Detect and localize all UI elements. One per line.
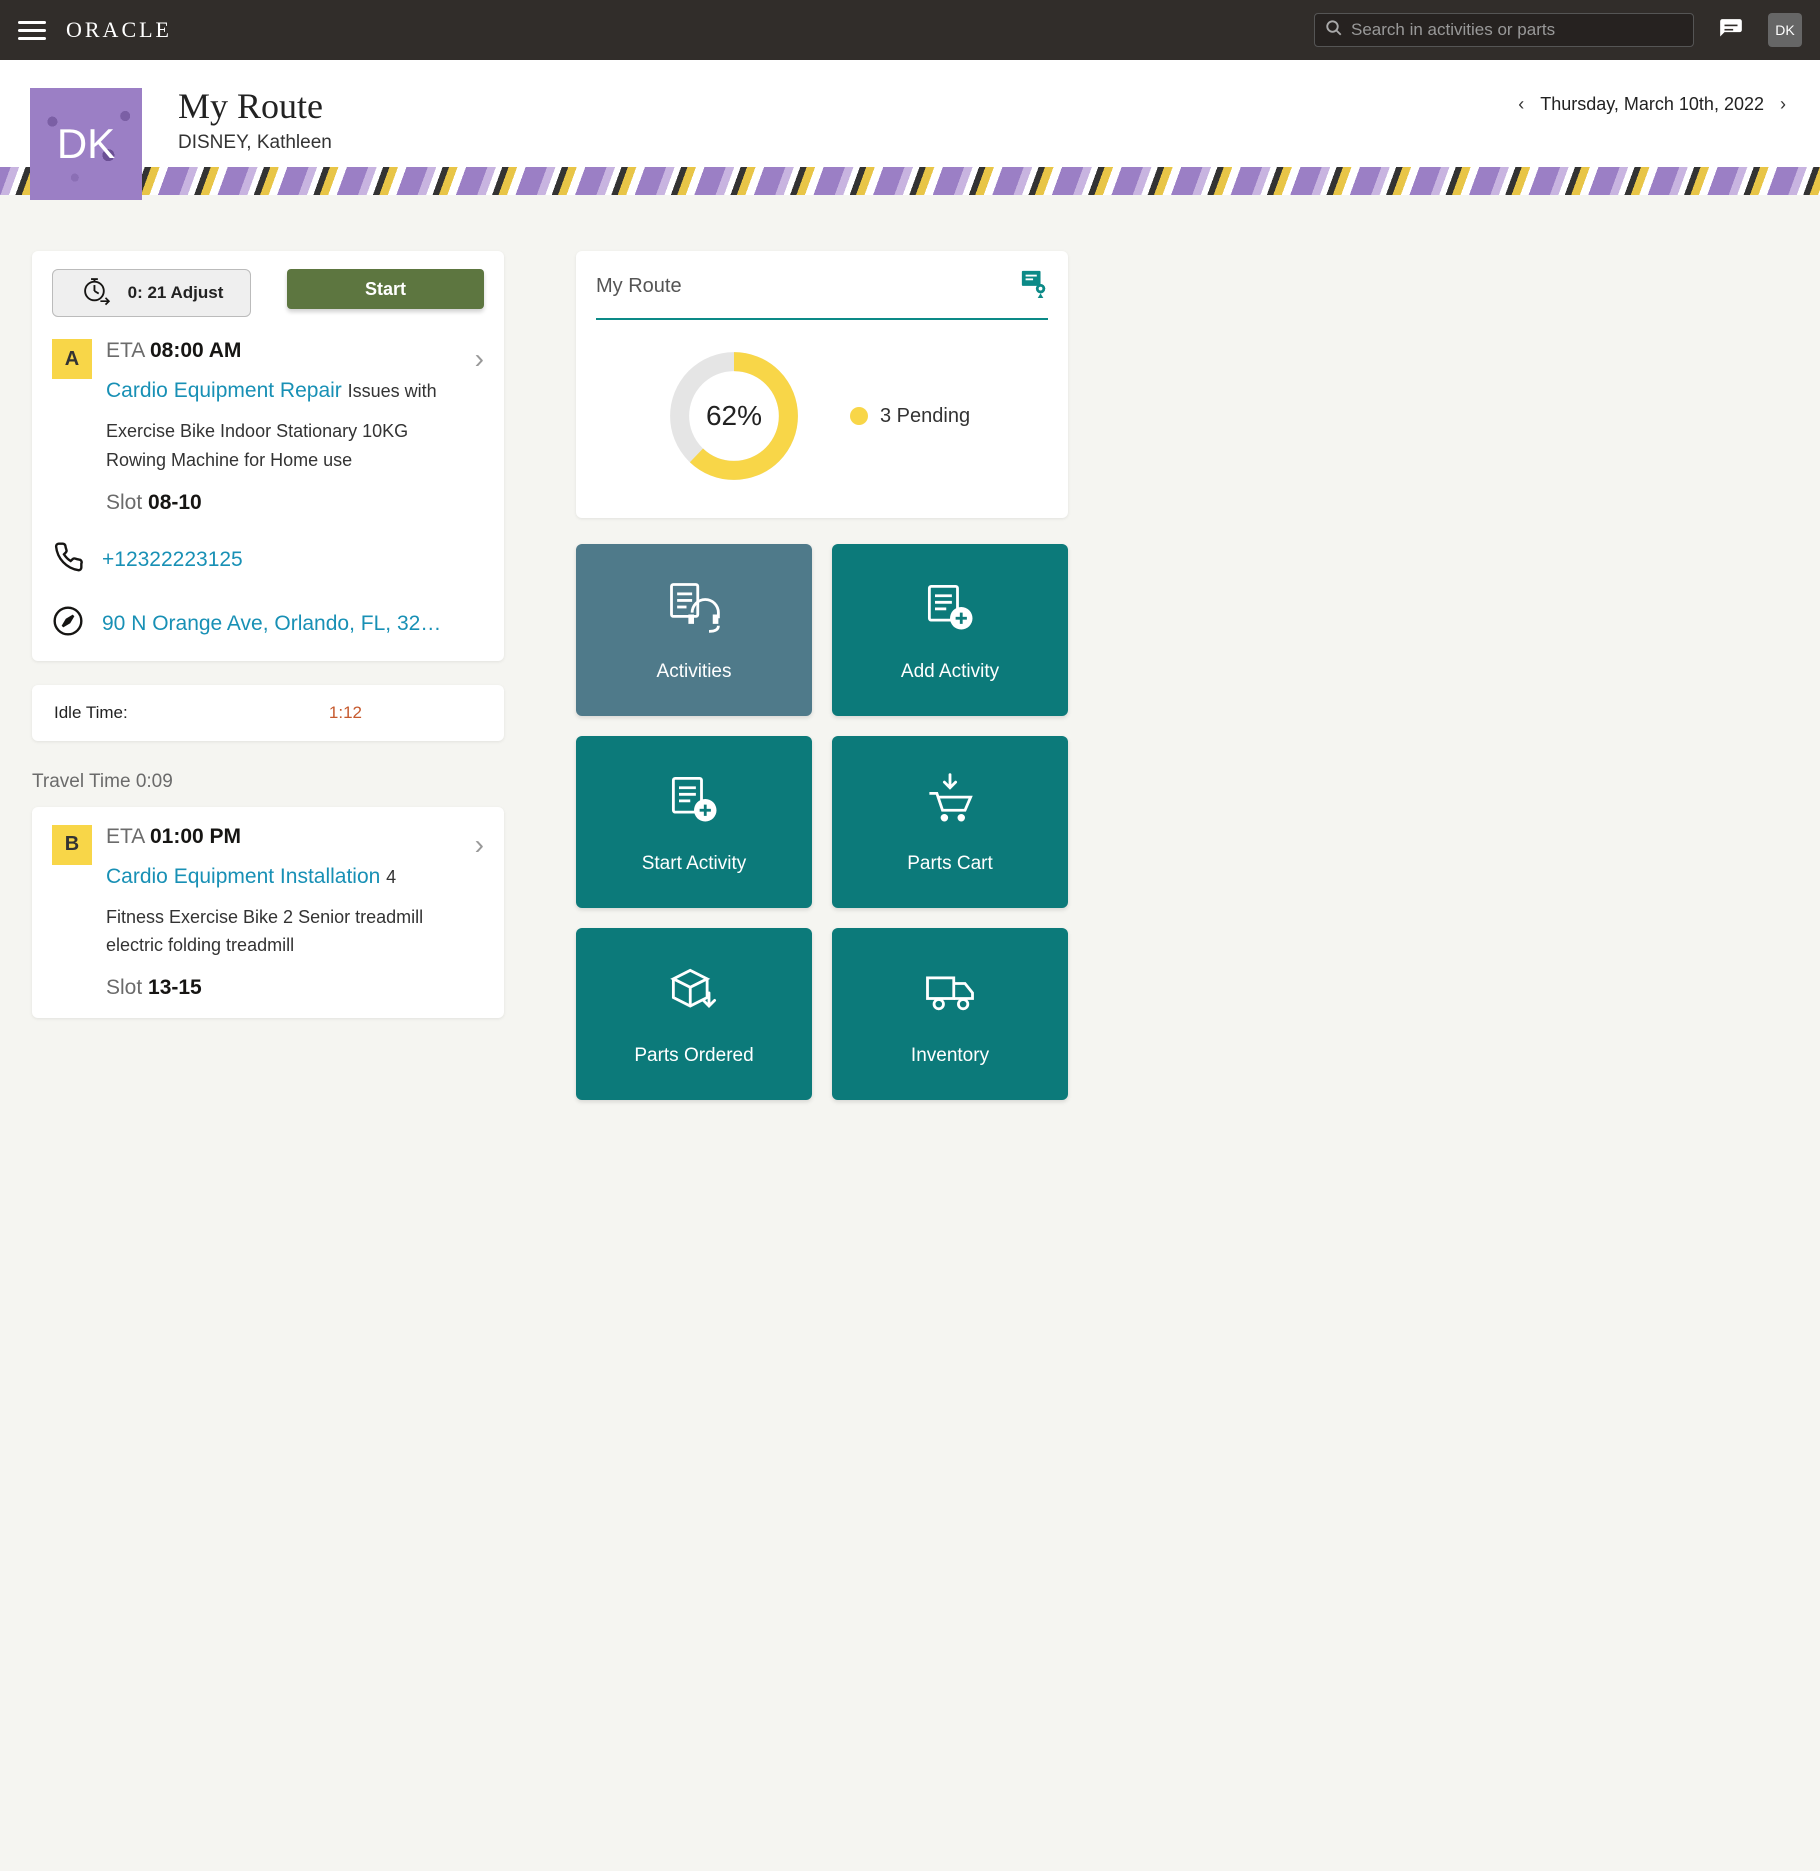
tile-parts-cart[interactable]: Parts Cart: [832, 736, 1068, 908]
document-plus-icon: [920, 577, 980, 643]
phone-icon: [52, 541, 84, 579]
activity-desc: Fitness Exercise Bike 2 Senior treadmill…: [106, 903, 461, 961]
address-value: 90 N Orange Ave, Orlando, FL, 32…: [102, 612, 441, 636]
route-panel: My Route: [576, 251, 1068, 518]
avatar[interactable]: DK: [1768, 13, 1802, 47]
topbar: ORACLE DK: [0, 0, 1820, 60]
tile-inventory[interactable]: Inventory: [832, 928, 1068, 1100]
activity-title-link[interactable]: Cardio Equipment Repair: [106, 379, 342, 402]
eta-value: 01:00 PM: [150, 825, 241, 848]
progress-percent: 62%: [666, 348, 802, 484]
tile-label: Parts Ordered: [634, 1045, 753, 1067]
tile-label: Inventory: [911, 1045, 989, 1067]
page-header: DK My Route DISNEY, Kathleen ‹ Thursday,…: [0, 60, 1820, 167]
search-icon: [1325, 19, 1343, 42]
eta-label: ETA: [106, 339, 144, 362]
chat-icon[interactable]: [1714, 13, 1748, 47]
box-down-icon: [664, 961, 724, 1027]
slot-value: 13-15: [148, 976, 202, 999]
tile-label: Parts Cart: [907, 853, 993, 875]
route-letter: A: [52, 339, 92, 379]
page-user: DISNEY, Kathleen: [178, 132, 332, 154]
date-label[interactable]: Thursday, March 10th, 2022: [1540, 94, 1764, 115]
chevron-right-icon[interactable]: ›: [475, 825, 484, 861]
eta-value: 08:00 AM: [150, 339, 241, 362]
date-next-icon[interactable]: ›: [1776, 90, 1790, 119]
pending-label: 3 Pending: [880, 405, 970, 428]
adjust-button[interactable]: 0: 21 Adjust: [52, 269, 251, 317]
idle-value: 1:12: [329, 703, 362, 723]
pending-dot-icon: [850, 407, 868, 425]
activity-card: B ETA 01:00 PM Cardio Equipment Installa…: [32, 807, 504, 1019]
eta-label: ETA: [106, 825, 144, 848]
route-panel-title: My Route: [596, 275, 682, 298]
phone-row[interactable]: +12322223125: [52, 541, 484, 579]
tile-parts-ordered[interactable]: Parts Ordered: [576, 928, 812, 1100]
page-title: My Route: [178, 88, 332, 124]
stopwatch-icon: [80, 274, 114, 313]
document-plus-icon: [664, 769, 724, 835]
activity-card: 0: 21 Adjust Start A ETA 08:00 AM Cardio…: [32, 251, 504, 661]
tile-activities[interactable]: Activities: [576, 544, 812, 716]
activity-title-tail: Issues with: [348, 381, 437, 401]
activity-title-link[interactable]: Cardio Equipment Installation: [106, 865, 380, 888]
tile-label: Activities: [657, 661, 732, 683]
adjust-label: 0: 21 Adjust: [128, 283, 224, 303]
slot-label: Slot: [106, 491, 142, 514]
slot-value: 08-10: [148, 491, 202, 514]
start-button[interactable]: Start: [287, 269, 484, 309]
cart-icon: [920, 769, 980, 835]
brand-logo: ORACLE: [66, 17, 172, 43]
tile-label: Start Activity: [642, 853, 747, 875]
idle-card: Idle Time: 1:12: [32, 685, 504, 741]
activity-desc: Exercise Bike Indoor Stationary 10KG Row…: [106, 417, 461, 475]
chevron-right-icon[interactable]: ›: [475, 339, 484, 375]
header-stripe: [0, 167, 1820, 195]
tile-start-activity[interactable]: Start Activity: [576, 736, 812, 908]
route-letter: B: [52, 825, 92, 865]
tile-label: Add Activity: [901, 661, 999, 683]
travel-time: Travel Time 0:09: [32, 771, 504, 793]
search-input[interactable]: [1351, 20, 1683, 40]
pending-status: 3 Pending: [850, 405, 970, 428]
truck-icon: [920, 961, 980, 1027]
slot-label: Slot: [106, 976, 142, 999]
idle-label: Idle Time:: [54, 703, 128, 723]
user-avatar-large: DK: [30, 88, 142, 200]
compass-icon: [52, 605, 84, 643]
phone-value: +12322223125: [102, 548, 243, 572]
date-nav: ‹ Thursday, March 10th, 2022 ›: [1514, 88, 1790, 119]
progress-donut: 62%: [666, 348, 802, 484]
address-row[interactable]: 90 N Orange Ave, Orlando, FL, 32…: [52, 605, 484, 643]
tile-add-activity[interactable]: Add Activity: [832, 544, 1068, 716]
date-prev-icon[interactable]: ‹: [1514, 90, 1528, 119]
headset-document-icon: [664, 577, 724, 643]
activity-title-tail: 4: [386, 867, 396, 887]
route-map-icon[interactable]: [1020, 269, 1048, 304]
search-box[interactable]: [1314, 13, 1694, 47]
menu-icon[interactable]: [18, 16, 46, 44]
